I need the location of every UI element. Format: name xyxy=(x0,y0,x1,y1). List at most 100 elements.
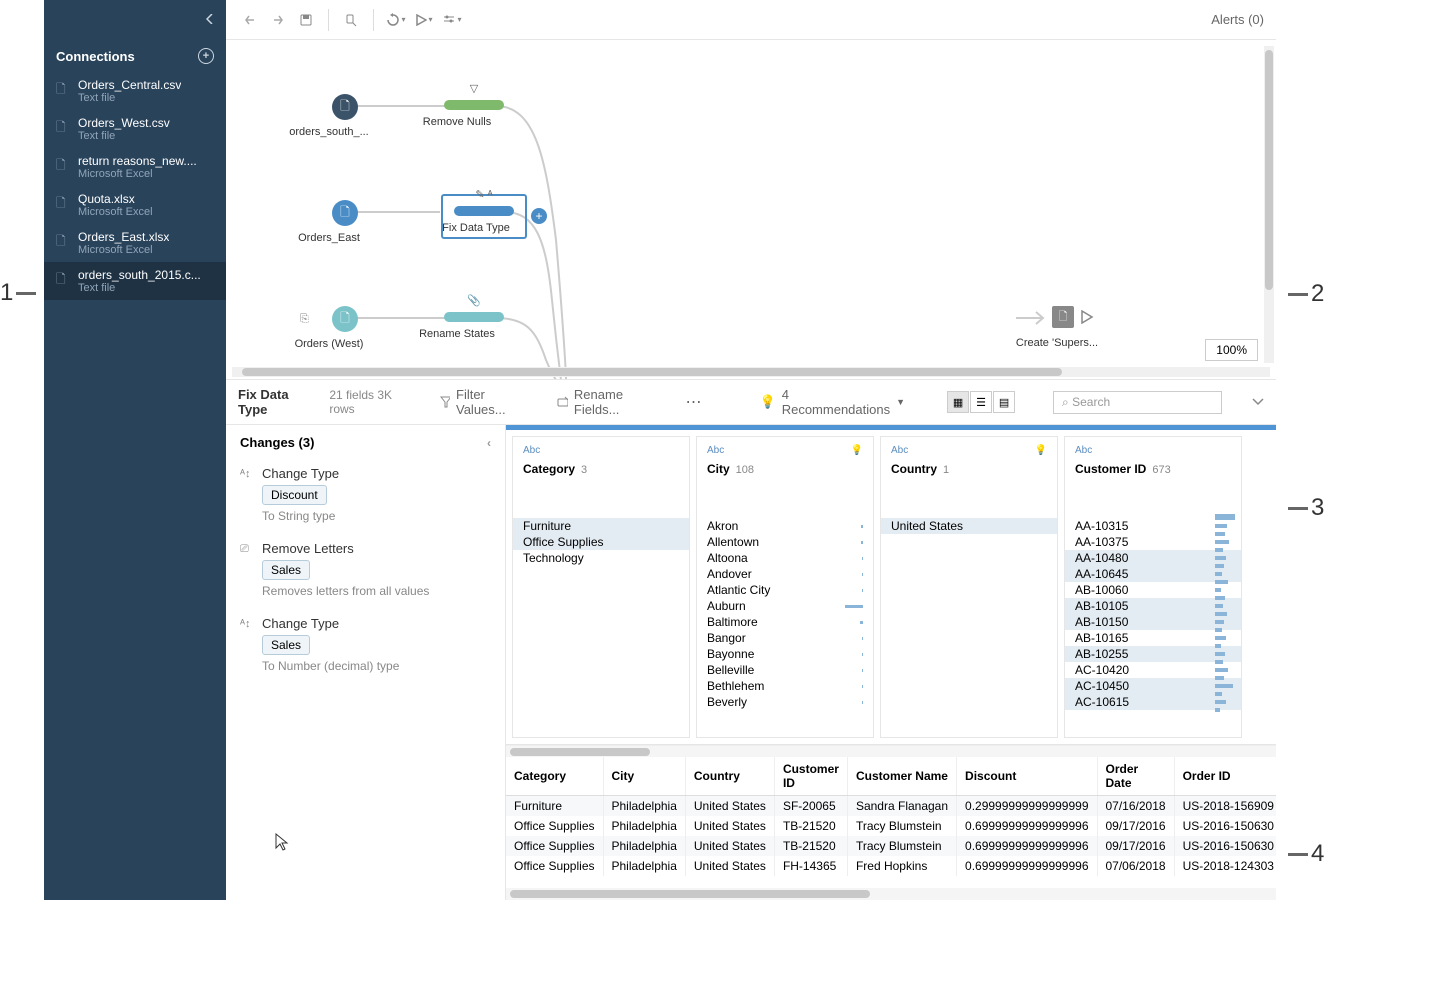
table-header-row: Category City Country Customer ID Custom… xyxy=(506,757,1276,796)
collapse-sidebar-icon[interactable] xyxy=(206,11,214,29)
change-title: Change Type xyxy=(262,616,339,631)
table-row[interactable]: Office SuppliesPhiladelphiaUnited States… xyxy=(506,816,1276,836)
file-icon: 🗋 xyxy=(56,232,70,256)
bulb-icon[interactable]: 💡 xyxy=(1035,445,1047,456)
add-connection-icon[interactable]: + xyxy=(198,48,214,64)
card-value[interactable]: Altoona xyxy=(697,550,873,566)
connection-name: Orders_Central.csv xyxy=(78,78,181,92)
column-header[interactable]: Order ID xyxy=(1174,757,1276,796)
flow-step-node[interactable]: 📎 Rename States xyxy=(444,312,504,340)
node-label: Remove Nulls xyxy=(412,116,502,128)
flow-input-node[interactable]: ⎘ 🗋 Orders (West) xyxy=(316,306,374,350)
card-value[interactable]: Baltimore xyxy=(697,614,873,630)
flow-canvas[interactable]: 🗋 orders_south_... ▽ Remove Nulls 🗋 Orde… xyxy=(226,40,1276,380)
connect-button[interactable] xyxy=(339,8,363,32)
card-value[interactable]: Furniture xyxy=(513,518,689,534)
node-label: orders_south_... xyxy=(284,126,374,138)
search-icon: ⌕ xyxy=(1062,395,1069,410)
change-item[interactable]: ᴬ↕Change Type Sales To Number (decimal) … xyxy=(226,610,505,685)
recommendations-button[interactable]: 💡4 Recommendations▼ xyxy=(760,387,906,417)
column-header[interactable]: Category xyxy=(506,757,603,796)
change-title: Remove Letters xyxy=(262,541,354,556)
flow-input-node[interactable]: 🗋 Orders_East xyxy=(316,200,374,244)
connection-item[interactable]: 🗋 return reasons_new.... Microsoft Excel xyxy=(44,148,226,186)
profile-view-button[interactable]: ▦ xyxy=(947,391,969,413)
connection-item[interactable]: 🗋 orders_south_2015.c... Text file xyxy=(44,262,226,300)
card-value[interactable]: Atlantic City xyxy=(697,582,873,598)
field-type-label: Abc xyxy=(523,445,679,456)
column-header[interactable]: Order Date xyxy=(1097,757,1174,796)
run-output-icon[interactable] xyxy=(1080,306,1094,329)
connection-item[interactable]: 🗋 Orders_Central.csv Text file xyxy=(44,72,226,110)
flow-step-node[interactable]: ▽ Remove Nulls xyxy=(444,100,504,128)
profile-card-category[interactable]: Abc Category3 Furniture Office Supplies … xyxy=(512,436,690,738)
filter-values-button[interactable]: Filter Values... xyxy=(440,387,528,417)
change-item[interactable]: ᴬ↕Change Type Discount To String type xyxy=(226,460,505,535)
bulb-icon[interactable]: 💡 xyxy=(851,445,863,456)
profile-card-city[interactable]: Abc💡 City108 Akron Allentown Altoona And… xyxy=(696,436,874,738)
forward-button[interactable] xyxy=(266,8,290,32)
flow-scrollbar-h[interactable] xyxy=(232,367,1270,377)
sidebar: Connections + 🗋 Orders_Central.csv Text … xyxy=(44,0,226,900)
column-header[interactable]: Customer ID xyxy=(774,757,847,796)
flow-scrollbar-v[interactable] xyxy=(1264,46,1274,363)
expand-profile-button[interactable] xyxy=(1252,393,1264,411)
change-item[interactable]: ⎚Remove Letters Sales Removes letters fr… xyxy=(226,535,505,610)
card-value[interactable]: Bangor xyxy=(697,630,873,646)
search-input[interactable]: ⌕ Search xyxy=(1053,391,1222,414)
card-value[interactable]: Bayonne xyxy=(697,646,873,662)
step-title: Fix Data Type xyxy=(238,387,311,417)
connection-item[interactable]: 🗋 Quota.xlsx Microsoft Excel xyxy=(44,186,226,224)
column-header[interactable]: Country xyxy=(685,757,774,796)
change-title: Change Type xyxy=(262,466,339,481)
grid-scrollbar-h[interactable] xyxy=(506,888,1276,900)
cards-scrollbar-h[interactable] xyxy=(506,745,1276,757)
flow-input-node[interactable]: 🗋 orders_south_... xyxy=(316,94,374,138)
card-value[interactable]: Bethlehem xyxy=(697,678,873,694)
column-header[interactable]: Customer Name xyxy=(847,757,956,796)
connection-type: Text file xyxy=(78,130,170,142)
connection-item[interactable]: 🗋 Orders_East.xlsx Microsoft Excel xyxy=(44,224,226,262)
flow-step-node-selected[interactable]: ✎ ᴬ Fix Data Type + xyxy=(441,194,527,239)
settings-button[interactable]: ▾ xyxy=(440,8,464,32)
profile-card-customer-id[interactable]: Abc Customer ID673 AA-10315 AA-10375 AA-… xyxy=(1064,436,1242,738)
refresh-button[interactable]: ▾ xyxy=(384,8,408,32)
card-value[interactable]: Beverly xyxy=(697,694,873,710)
save-button[interactable] xyxy=(294,8,318,32)
connection-item[interactable]: 🗋 Orders_West.csv Text file xyxy=(44,110,226,148)
card-value[interactable]: Akron xyxy=(697,518,873,534)
zoom-level[interactable]: 100% xyxy=(1205,339,1258,361)
grid-view-button[interactable]: ▤ xyxy=(993,391,1015,413)
filter-icon: ▽ xyxy=(470,82,478,95)
card-value[interactable]: Auburn xyxy=(697,598,873,614)
back-button[interactable] xyxy=(238,8,262,32)
card-value[interactable]: United States xyxy=(881,518,1057,534)
table-row[interactable]: Office SuppliesPhiladelphiaUnited States… xyxy=(506,856,1276,876)
card-value[interactable]: Office Supplies xyxy=(513,534,689,550)
collapse-changes-icon[interactable]: ‹ xyxy=(487,436,491,450)
run-flow-button[interactable]: ▾ xyxy=(412,8,436,32)
table-row[interactable]: Office SuppliesPhiladelphiaUnited States… xyxy=(506,836,1276,856)
more-actions-button[interactable]: ⋯ xyxy=(686,392,702,412)
rename-fields-button[interactable]: Rename Fields... xyxy=(557,387,659,417)
alerts-link[interactable]: Alerts (0) xyxy=(1211,12,1264,27)
card-value[interactable]: Technology xyxy=(513,550,689,566)
add-step-icon[interactable]: + xyxy=(531,208,547,224)
profile-card-country[interactable]: Abc💡 Country1 United States xyxy=(880,436,1058,738)
annotation-1: 1 xyxy=(0,279,39,307)
toolbar: ▾ ▾ ▾ Alerts (0) xyxy=(226,0,1276,40)
list-view-button[interactable]: ☰ xyxy=(970,391,992,413)
card-value[interactable]: Belleville xyxy=(697,662,873,678)
change-description: To String type xyxy=(262,509,491,523)
data-grid[interactable]: Category City Country Customer ID Custom… xyxy=(506,757,1276,888)
field-name: Country xyxy=(891,462,937,476)
card-value[interactable]: Allentown xyxy=(697,534,873,550)
view-toggle: ▦ ☰ ▤ xyxy=(947,391,1015,413)
flow-output-node[interactable]: 🗋 Create 'Supers... xyxy=(1044,306,1102,349)
rename-icon: 📎 xyxy=(467,294,481,307)
change-description: To Number (decimal) type xyxy=(262,659,491,673)
table-row[interactable]: FurniturePhiladelphiaUnited StatesSF-200… xyxy=(506,796,1276,817)
column-header[interactable]: City xyxy=(603,757,685,796)
column-header[interactable]: Discount xyxy=(957,757,1097,796)
card-value[interactable]: Andover xyxy=(697,566,873,582)
